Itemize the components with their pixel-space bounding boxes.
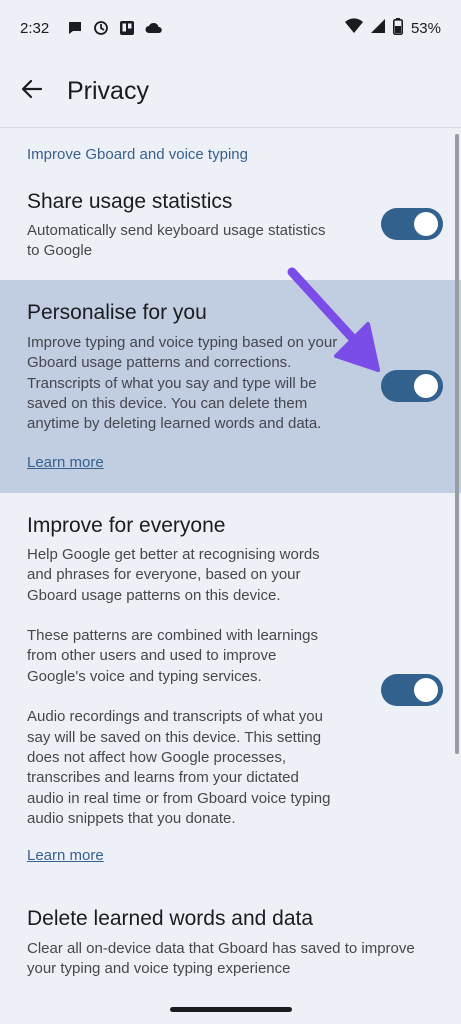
arrow-left-icon [21, 78, 43, 105]
cloud-icon [145, 21, 163, 35]
pref-title: Personalise for you [27, 301, 207, 324]
section-header: Improve Gboard and voice typing [27, 146, 248, 163]
notification-icons [67, 20, 163, 36]
status-bar: 2:32 53% [0, 0, 461, 56]
trello-icon [119, 20, 135, 36]
page-title: Privacy [67, 76, 149, 105]
pref-title: Share usage statistics [27, 190, 233, 213]
status-time: 2:32 [20, 19, 50, 37]
wifi-icon [344, 18, 363, 38]
learn-more-link[interactable]: Learn more [27, 454, 104, 471]
pref-share-usage-statistics[interactable]: Share usage statistics Automatically sen… [0, 178, 461, 280]
pref-improve-for-everyone[interactable]: Improve for everyone Help Google get bet… [0, 493, 461, 891]
personalise-for-you-toggle[interactable] [381, 370, 443, 402]
improve-for-everyone-toggle[interactable] [381, 674, 443, 706]
app-bar: Privacy [0, 56, 461, 126]
pref-delete-learned-words[interactable]: Delete learned words and data Clear all … [0, 891, 461, 1024]
chat-bubble-icon [67, 20, 83, 36]
system-status-icons: 53% [344, 17, 441, 39]
toggle-thumb [414, 212, 438, 236]
signal-icon [370, 19, 385, 37]
toggle-thumb [414, 374, 438, 398]
scrollbar[interactable] [455, 134, 459, 754]
pref-title: Improve for everyone [27, 514, 226, 537]
gesture-navigation-bar[interactable] [170, 1007, 292, 1012]
pref-summary: Automatically send keyboard usage statis… [27, 222, 326, 260]
toggle-thumb [414, 678, 438, 702]
pref-summary: Help Google get better at recognising wo… [27, 546, 331, 827]
learn-more-link[interactable]: Learn more [27, 847, 104, 864]
back-button[interactable] [8, 67, 56, 115]
annotation-arrow-icon [280, 262, 390, 387]
settings-list[interactable]: Improve Gboard and voice typing Share us… [0, 127, 461, 1024]
clock-icon [93, 20, 109, 36]
battery-percentage: 53% [410, 19, 441, 37]
battery-icon [392, 17, 403, 39]
share-usage-statistics-toggle[interactable] [381, 208, 443, 240]
pref-summary: Clear all on-device data that Gboard has… [27, 940, 415, 978]
pref-title: Delete learned words and data [27, 907, 314, 930]
pref-personalise-for-you[interactable]: Personalise for you Improve typing and v… [0, 280, 461, 493]
